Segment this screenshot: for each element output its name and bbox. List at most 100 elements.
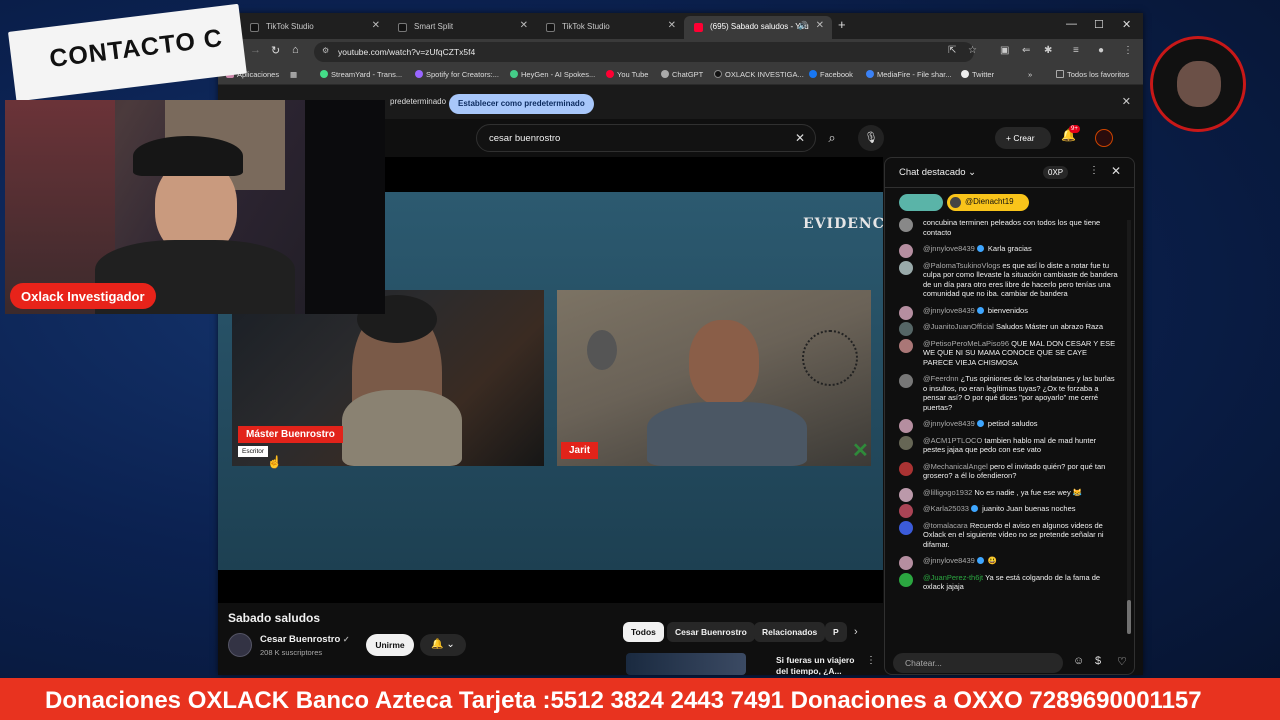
tab-tiktok-studio-2[interactable]: TikTok Studio ✕ xyxy=(536,16,684,39)
minimize-icon[interactable]: — xyxy=(1066,18,1077,30)
user-avatar[interactable] xyxy=(899,322,913,336)
chat-author[interactable]: @JuanitoJuanOfficial xyxy=(923,322,994,331)
forward-icon[interactable]: → xyxy=(250,44,261,56)
scrollbar-thumb[interactable] xyxy=(1127,600,1131,634)
more-options-icon[interactable]: ⋮ xyxy=(1089,165,1099,176)
user-avatar[interactable] xyxy=(899,218,913,232)
recommended-title[interactable]: Si fueras un viajero del tiempo, ¿A... xyxy=(776,655,866,675)
address-bar[interactable]: ⚙ youtube.com/watch?v=zUfqCZTx5f4 xyxy=(314,42,974,62)
bookmark-item[interactable]: OXLACK INVESTIGA... xyxy=(714,70,804,79)
new-tab-icon[interactable]: + xyxy=(838,17,846,32)
chat-author[interactable]: @PetisoPeroMeLaPiso96 xyxy=(923,339,1009,348)
user-avatar[interactable] xyxy=(899,338,913,353)
home-icon[interactable]: ⌂ xyxy=(292,44,299,56)
more-bookmarks-icon[interactable]: » xyxy=(1028,70,1032,79)
search-icon[interactable]: ⌕ xyxy=(818,124,846,152)
tab-youtube[interactable]: (695) Sabado saludos - You 🔊 ✕ xyxy=(684,16,832,39)
close-icon[interactable]: ✕ xyxy=(668,20,676,31)
chip-channel[interactable]: Cesar Buenrostro xyxy=(667,622,755,642)
chat-author[interactable]: @lilligogo1932 xyxy=(923,488,972,497)
bookmark-item[interactable]: Twitter xyxy=(961,70,994,79)
recommended-thumbnail[interactable] xyxy=(626,653,746,675)
profile-icon[interactable]: ● xyxy=(1098,45,1104,56)
user-avatar[interactable] xyxy=(899,419,913,433)
bookmark-star-icon[interactable]: ☆ xyxy=(968,45,977,56)
user-avatar[interactable] xyxy=(899,305,913,320)
close-icon[interactable]: ✕ xyxy=(1122,95,1131,108)
channel-name[interactable]: Cesar Buenrostro ✓ xyxy=(260,634,350,645)
super-chat-icon[interactable]: $ xyxy=(1095,655,1101,667)
chat-author[interactable]: @ACM1PTLOCO xyxy=(923,436,982,445)
bookmark-item[interactable]: HeyGen - AI Spokes... xyxy=(510,70,595,79)
tab-smart-split[interactable]: Smart Split ✕ xyxy=(388,16,536,39)
user-avatar[interactable] xyxy=(899,260,913,275)
account-avatar[interactable] xyxy=(1095,129,1113,147)
menu-icon[interactable]: ⋮ xyxy=(1123,45,1133,56)
heart-icon[interactable]: ♡ xyxy=(1117,655,1127,668)
bookmark-item[interactable]: StreamYard - Trans... xyxy=(320,70,402,79)
window-close-icon[interactable]: ✕ xyxy=(1122,18,1131,31)
user-avatar[interactable] xyxy=(899,435,913,450)
bookmark-item[interactable]: Spotify for Creators:... xyxy=(415,70,499,79)
tab-tiktok-studio-1[interactable]: TikTok Studio ✕ xyxy=(240,16,388,39)
chevron-right-icon[interactable]: › xyxy=(854,626,858,638)
chat-author[interactable]: @jnnylove8439 xyxy=(923,419,975,428)
close-chat-icon[interactable]: ✕ xyxy=(1111,164,1121,178)
speaker-icon[interactable]: 🔊 xyxy=(798,21,808,30)
chip-todos[interactable]: Todos xyxy=(623,622,664,642)
site-info-icon[interactable]: ⚙ xyxy=(322,46,329,55)
close-icon[interactable]: ✕ xyxy=(372,20,380,31)
chat-author[interactable]: @MechanicalAngel xyxy=(923,462,988,471)
user-avatar[interactable] xyxy=(899,520,913,535)
chat-author[interactable]: @Feerdnn xyxy=(923,374,959,383)
chat-author[interactable]: @Karla25033 xyxy=(923,504,969,513)
channel-avatar[interactable] xyxy=(228,633,252,657)
chat-author[interactable]: @JuanPerez-th6jt xyxy=(923,573,983,582)
set-default-button[interactable]: Establecer como predeterminado xyxy=(449,94,594,114)
extension-icon[interactable]: ▣ xyxy=(1000,45,1009,56)
more-options-icon[interactable]: ⋮ xyxy=(866,655,876,666)
user-avatar[interactable] xyxy=(899,374,913,388)
chip-related[interactable]: Relacionados xyxy=(754,622,826,642)
ticker-user[interactable]: @Dienacht19 xyxy=(947,194,1029,211)
grid-icon[interactable]: ▦ xyxy=(290,70,297,79)
extensions-puzzle-icon[interactable]: ✱ xyxy=(1044,45,1052,56)
user-avatar[interactable] xyxy=(899,487,913,502)
chip-more[interactable]: P xyxy=(825,622,847,642)
bookmark-folder[interactable]: Todos los favoritos xyxy=(1056,70,1129,79)
close-icon[interactable]: ✕ xyxy=(520,20,528,31)
bookmark-item[interactable]: You Tube xyxy=(606,70,648,79)
chat-author[interactable]: @jnnylove8439 xyxy=(923,556,975,565)
maximize-icon[interactable]: ☐ xyxy=(1094,18,1104,31)
bookmark-item[interactable]: Facebook xyxy=(809,70,853,79)
chat-author[interactable]: @PalomaTsukinoVlogs xyxy=(923,261,1000,270)
create-button[interactable]: + Crear xyxy=(995,127,1051,149)
join-button[interactable]: Unirme xyxy=(366,634,414,656)
user-avatar[interactable] xyxy=(899,461,913,476)
clear-search-icon[interactable]: ✕ xyxy=(795,131,805,145)
bookmark-item[interactable]: MediaFire - File shar... xyxy=(866,70,952,79)
bookmark-item[interactable]: ChatGPT xyxy=(661,70,703,79)
notifications-bell-icon[interactable]: 🔔 9+ xyxy=(1061,125,1080,142)
search-input[interactable]: cesar buenrostro ✕ xyxy=(476,124,816,152)
user-avatar[interactable] xyxy=(899,556,913,570)
chat-author[interactable]: @jnnylove8439 xyxy=(923,244,975,253)
chat-author[interactable]: @jnnylove8439 xyxy=(923,306,975,315)
user-avatar[interactable] xyxy=(899,504,913,518)
emoji-icon[interactable]: ☺ xyxy=(1073,655,1084,667)
reload-icon[interactable]: ↻ xyxy=(271,44,280,57)
chat-scrollbar[interactable] xyxy=(1127,220,1131,634)
subscribed-bell-button[interactable]: 🔔 ⌄ xyxy=(420,634,466,656)
media-control-icon[interactable]: ≡ xyxy=(1073,45,1079,56)
install-icon[interactable]: ⇱ xyxy=(948,45,956,56)
ticker-avatars[interactable] xyxy=(899,194,943,211)
chat-mode-dropdown[interactable]: Chat destacado ⌄ xyxy=(899,167,976,178)
user-avatar[interactable] xyxy=(899,244,913,258)
microphone-icon[interactable]: 🎙 xyxy=(858,125,884,151)
user-avatar[interactable] xyxy=(899,572,913,587)
chat-input[interactable]: Chatear... xyxy=(893,653,1063,673)
xp-badge[interactable]: 0XP xyxy=(1043,166,1069,179)
extension-icon[interactable]: ⇐ xyxy=(1022,45,1030,56)
chat-author[interactable]: @tomalacara xyxy=(923,521,968,530)
close-icon[interactable]: ✕ xyxy=(816,20,824,31)
